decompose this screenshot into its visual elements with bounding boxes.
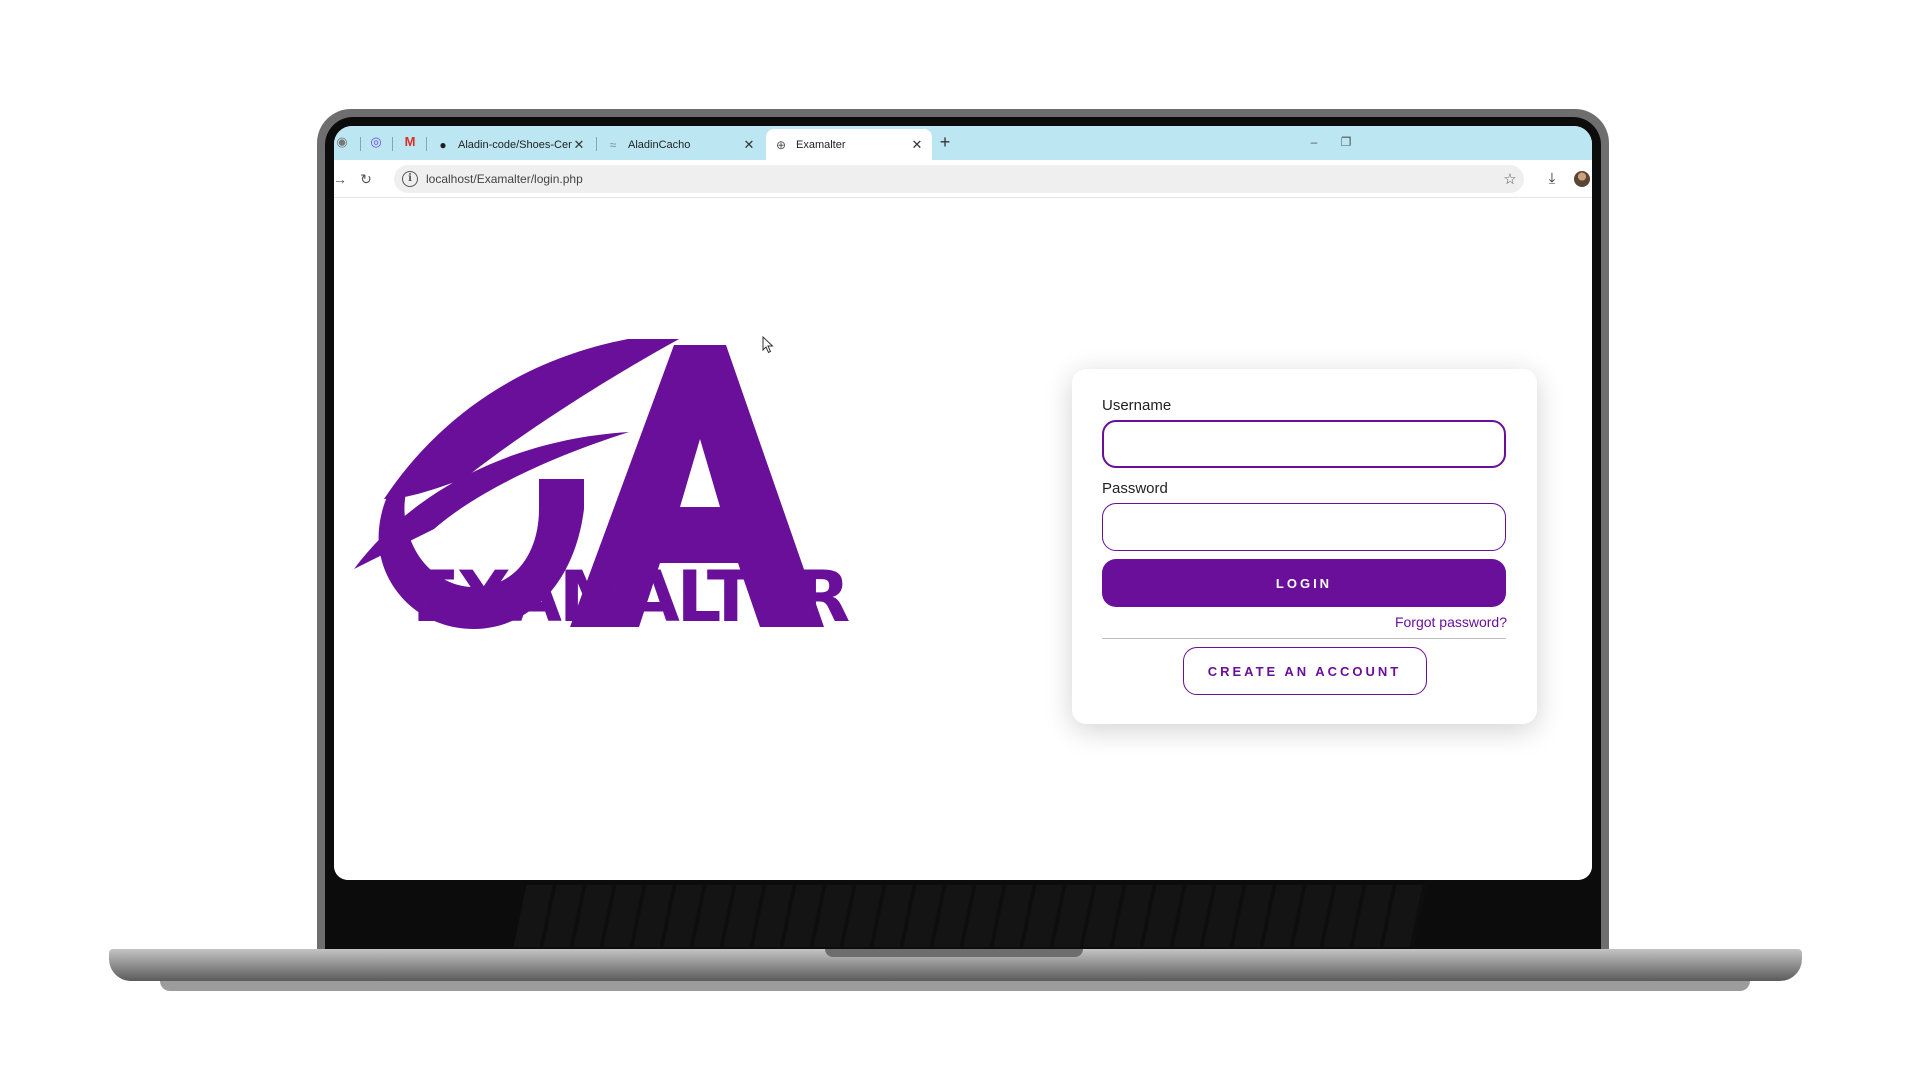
tab-title: Examalter [796, 138, 846, 151]
laptop-base-shadow [160, 981, 1750, 991]
browser-toolbar: → ↻ i localhost/Examalter/login.php ☆ ⤓ [334, 160, 1592, 198]
github-icon: ● [439, 137, 447, 152]
keyboard-reflection [513, 885, 1427, 947]
tab-title: AladinCacho [628, 138, 691, 151]
login-card: Username Password LOGIN Forgot password?… [1072, 369, 1537, 724]
username-field-group: Username [1102, 397, 1507, 468]
tab-aladincacho[interactable]: ≈ AladinCacho ✕ [598, 129, 764, 160]
login-button[interactable]: LOGIN [1102, 559, 1506, 607]
logo-wordmark: EXAMALTER [412, 556, 850, 638]
pinned-tab-gmail-icon[interactable]: M [402, 134, 418, 150]
close-icon[interactable]: ✕ [910, 137, 924, 153]
forward-arrow-icon[interactable]: → [334, 169, 350, 189]
divider [1102, 638, 1506, 639]
url-text[interactable]: localhost/Examalter/login.php [426, 172, 1496, 186]
close-icon[interactable]: ✕ [742, 137, 756, 153]
globe-icon: ⊕ [775, 137, 787, 152]
tab-separator [596, 137, 597, 151]
minimize-button[interactable]: – [1304, 132, 1324, 152]
create-account-button[interactable]: CREATE AN ACCOUNT [1182, 647, 1427, 695]
profile-avatar[interactable] [1574, 171, 1590, 187]
download-icon[interactable]: ⤓ [1542, 169, 1562, 189]
bookmark-star-icon[interactable]: ☆ [1496, 170, 1524, 188]
close-icon[interactable]: ✕ [572, 137, 586, 153]
forgot-password-link[interactable]: Forgot password? [1102, 614, 1507, 630]
tab-separator [360, 137, 361, 151]
tab-search-icon[interactable]: ◉ [334, 134, 350, 150]
tab-examalter[interactable]: ⊕ Examalter ✕ [766, 129, 932, 160]
restore-button[interactable]: ❐ [1336, 132, 1356, 152]
browser-tab-bar: ◉ ◎ M ● Aladin-code/Shoes-Center---E ✕ ≈… [334, 126, 1592, 160]
login-page: EXAMALTER Username Password LOGIN Forgot… [334, 199, 1592, 880]
tab-github[interactable]: ● Aladin-code/Shoes-Center---E ✕ [428, 129, 594, 160]
reload-icon[interactable]: ↻ [356, 169, 376, 189]
username-input[interactable] [1102, 420, 1506, 468]
site-info-icon[interactable]: i [402, 171, 418, 187]
tab-separator [392, 137, 393, 151]
page-icon: ≈ [609, 137, 617, 152]
laptop-screen: ◉ ◎ M ● Aladin-code/Shoes-Center---E ✕ ≈… [334, 126, 1592, 880]
address-bar[interactable]: i localhost/Examalter/login.php ☆ [394, 165, 1524, 193]
examalter-logo [354, 339, 824, 629]
new-tab-button[interactable]: + [934, 131, 956, 153]
username-label: Username [1102, 397, 1172, 414]
laptop-notch [825, 949, 1083, 957]
password-input[interactable] [1102, 503, 1506, 551]
password-field-group: Password [1102, 480, 1507, 551]
tab-separator [426, 137, 427, 151]
mouse-cursor-icon [762, 336, 774, 354]
pinned-tab-messenger-icon[interactable]: ◎ [368, 134, 384, 150]
password-label: Password [1102, 480, 1168, 497]
tab-title: Aladin-code/Shoes-Center---E [458, 138, 572, 151]
